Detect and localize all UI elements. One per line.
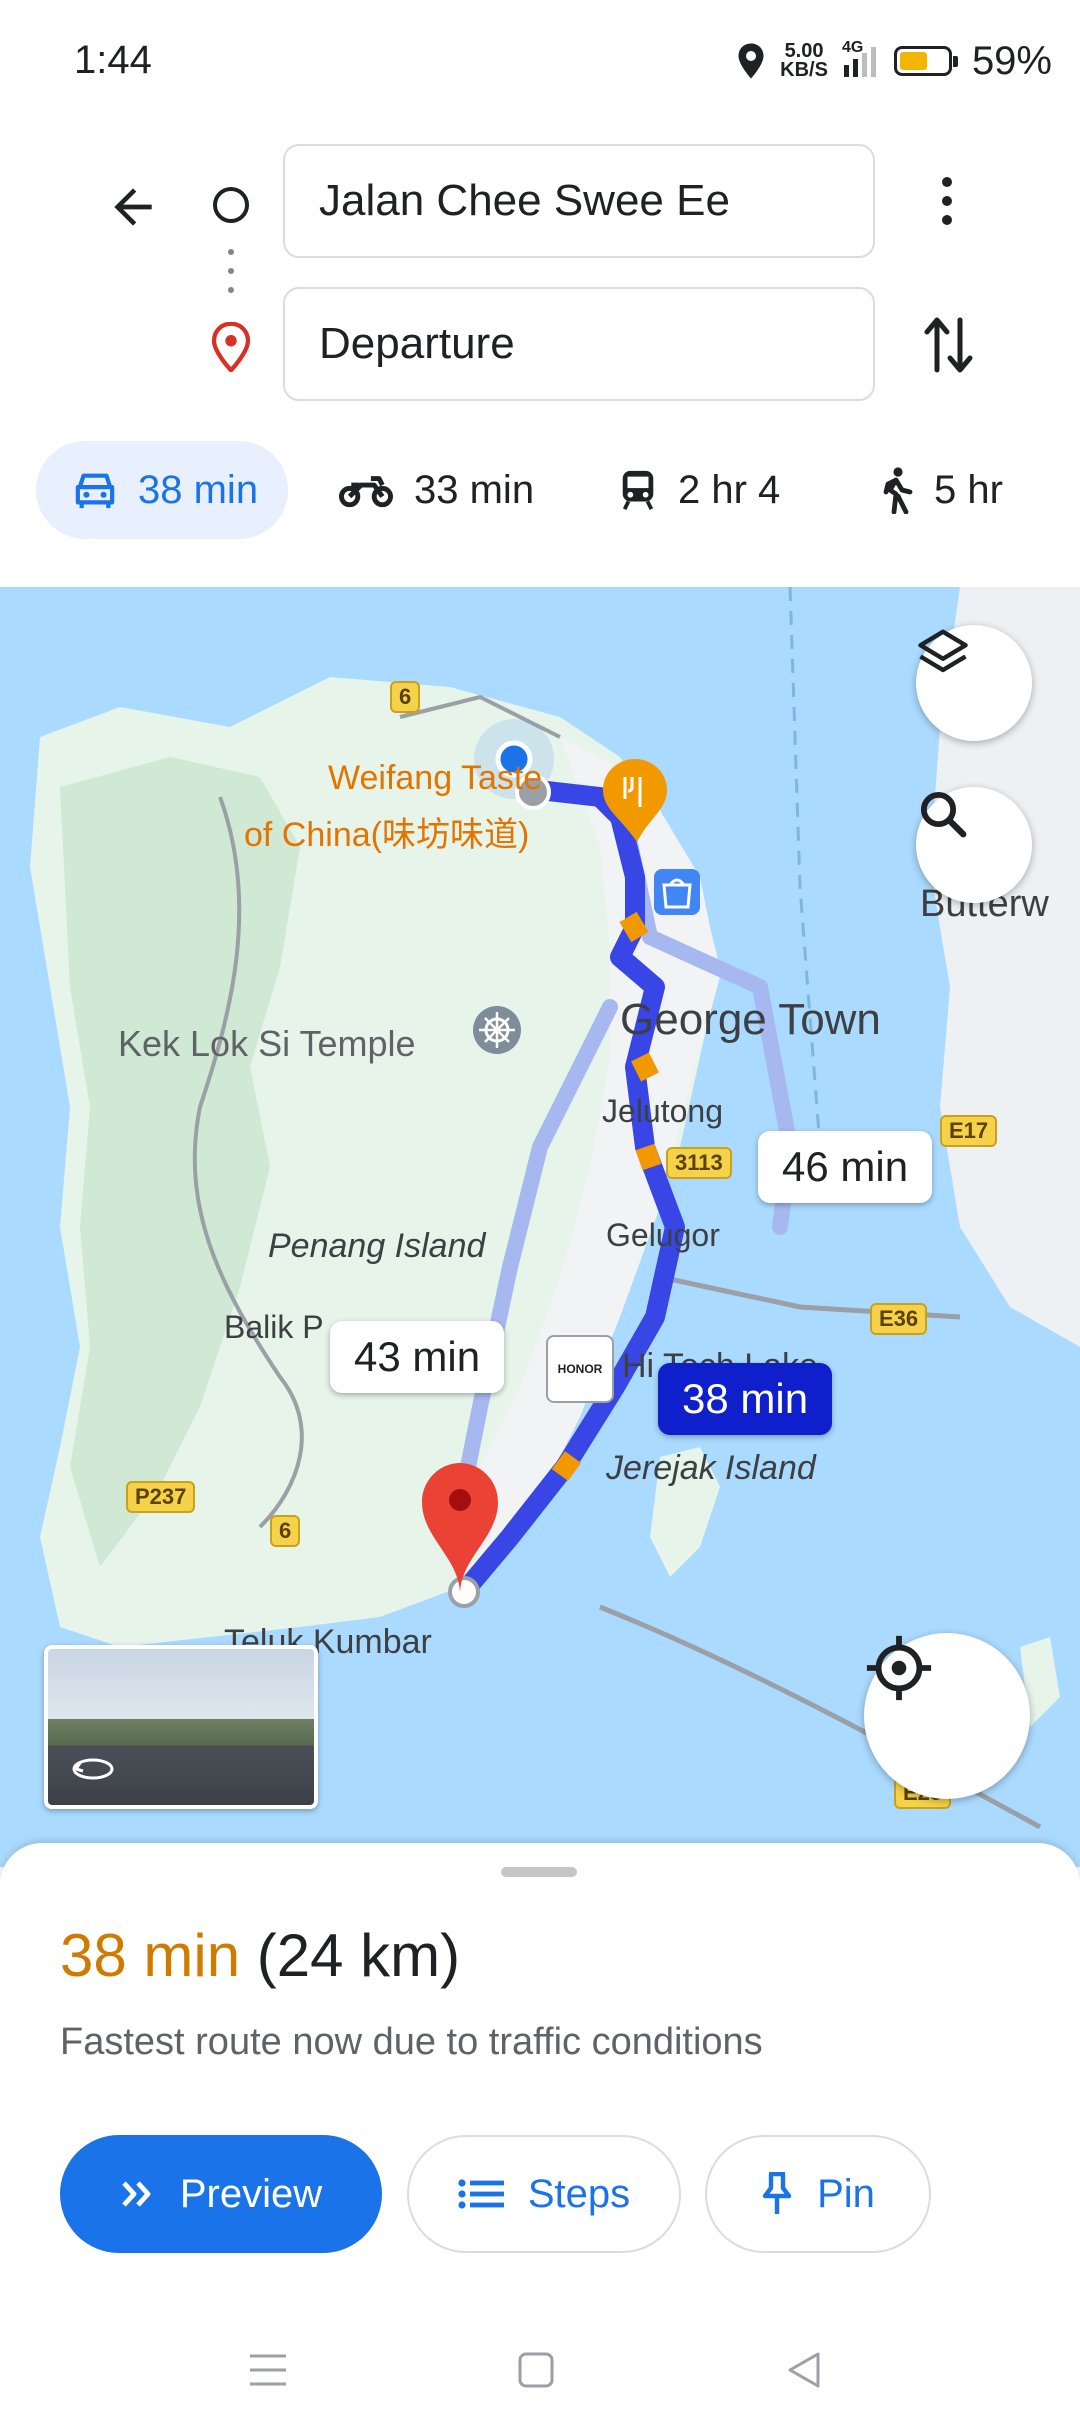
map-label-penang-island: Penang Island — [268, 1227, 486, 1265]
search-icon — [920, 791, 967, 838]
route-bottom-sheet: 38 min (24 km) Fastest route now due to … — [0, 1843, 1080, 2411]
destination-pin-icon — [211, 322, 251, 372]
road-shield-p237: P237 — [126, 1481, 196, 1513]
destination-input[interactable]: Departure — [283, 287, 875, 401]
origin-circle-icon — [213, 187, 249, 223]
swap-button[interactable] — [912, 308, 986, 382]
nav-back-button[interactable] — [782, 2348, 826, 2392]
map-label-restaurant-1: Weifang Taste — [328, 759, 543, 797]
map-label-jelutong: Jelutong — [602, 1093, 723, 1129]
road-shield-6-north: 6 — [390, 681, 421, 713]
mode-tab-walking[interactable]: 5 hr — [878, 441, 1003, 539]
route-bubble-alt-43[interactable]: 43 min — [330, 1321, 505, 1393]
map-label-jerejak: Jerejak Island — [606, 1449, 816, 1487]
swap-vert-icon — [924, 317, 973, 373]
mode-label: 33 min — [414, 467, 535, 512]
layers-button[interactable] — [916, 625, 1032, 741]
mode-label: 2 hr 4 — [678, 467, 781, 512]
route-bubble-alt-46[interactable]: 46 min — [758, 1131, 933, 1203]
battery-text: 59% — [971, 38, 1052, 83]
layers-icon — [918, 629, 968, 673]
route-bubble-selected-38[interactable]: 38 min — [658, 1363, 833, 1435]
status-icons: 5.00 KB/S 4G 59% — [736, 36, 1052, 86]
nav-home-button[interactable] — [514, 2348, 558, 2392]
route-description: Fastest route now due to traffic conditi… — [60, 2021, 763, 2063]
preview-button[interactable]: Preview — [60, 2135, 382, 2253]
signal-icon: 4G — [842, 39, 880, 79]
more-options-button[interactable] — [918, 166, 976, 236]
hamburger-icon — [250, 2354, 286, 2386]
honor-poi-badge[interactable]: HONOR — [546, 1335, 614, 1403]
road-shield-e17: E17 — [940, 1115, 998, 1147]
map-view[interactable]: Weifang Taste of China(味坊味道) Kek Lok Si … — [0, 587, 1080, 1867]
map-label-balik-pulau: Balik P — [224, 1309, 324, 1345]
map-search-button[interactable] — [916, 787, 1032, 903]
my-location-button[interactable] — [864, 1633, 1030, 1799]
mode-label: 38 min — [138, 467, 259, 512]
map-label-restaurant-2: of China(味坊味道) — [244, 816, 530, 854]
net-speed-unit: KB/S — [780, 59, 828, 81]
route-summary: 38 min (24 km) — [60, 1921, 460, 1990]
pushpin-icon — [762, 2172, 792, 2214]
end-point-dot — [448, 1576, 480, 1608]
back-button[interactable] — [96, 170, 170, 244]
route-distance: (24 km) — [256, 1922, 461, 1989]
map-label-temple: Kek Lok Si Temple — [118, 1023, 416, 1064]
mode-tab-driving[interactable]: 38 min — [36, 441, 289, 539]
map-label-george-town: George Town — [620, 995, 881, 1044]
more-vert-icon — [942, 177, 952, 225]
origin-input[interactable]: Jalan Chee Swee Ee — [283, 144, 875, 258]
net-speed: 5.00 KB/S — [780, 41, 828, 81]
car-icon — [75, 473, 115, 509]
battery-fill — [899, 52, 928, 70]
preview-label: Preview — [179, 2171, 323, 2216]
train-icon — [622, 470, 654, 510]
location-icon — [738, 43, 764, 79]
mode-tab-transit[interactable]: 2 hr 4 — [618, 441, 780, 539]
home-square-icon — [518, 2352, 554, 2388]
road-shield-6-south: 6 — [270, 1515, 301, 1547]
rotate-360-icon — [72, 1758, 114, 1780]
walking-icon — [883, 467, 913, 514]
motorcycle-icon — [339, 476, 393, 508]
route-duration: 38 min — [60, 1922, 241, 1989]
crosshair-icon — [866, 1635, 932, 1701]
mode-tab-motorcycle[interactable]: 33 min — [338, 441, 534, 539]
road-shield-3113: 3113 — [666, 1147, 732, 1179]
nav-menu-button[interactable] — [246, 2348, 290, 2392]
route-dots-icon — [228, 249, 234, 293]
list-icon — [458, 2179, 504, 2209]
battery-icon — [893, 46, 958, 76]
sheet-drag-handle[interactable] — [501, 1867, 577, 1877]
status-time: 1:44 — [74, 38, 152, 82]
back-triangle-icon — [788, 2352, 820, 2388]
pin-label: Pin — [817, 2171, 875, 2216]
map-label-gelugor: Gelugor — [606, 1217, 720, 1253]
status-bar: 1:44 5.00 KB/S 4G 59% — [0, 0, 1080, 125]
pin-button[interactable]: Pin — [705, 2135, 931, 2253]
steps-label: Steps — [527, 2171, 631, 2216]
steps-button[interactable]: Steps — [407, 2135, 681, 2253]
road-shield-e36: E36 — [870, 1303, 928, 1335]
double-chevron-icon — [122, 2181, 151, 2207]
street-view-thumbnail[interactable] — [44, 1645, 318, 1809]
mode-label: 5 hr — [934, 467, 1003, 512]
ferry-line — [788, 587, 822, 1148]
back-arrow-icon — [114, 188, 152, 226]
